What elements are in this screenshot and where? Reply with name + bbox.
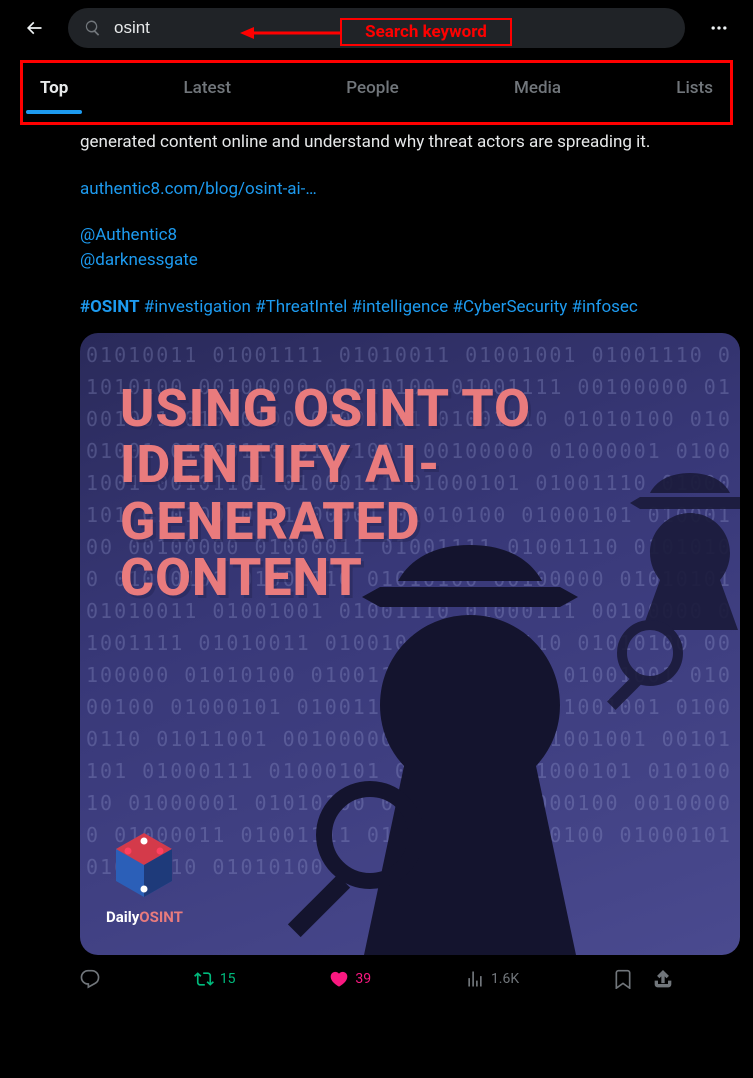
post-image-brand: DailyOSINT (106, 829, 183, 929)
brand-logo-icon (108, 829, 180, 901)
post-link[interactable]: authentic8.com/blog/osint-ai-… (80, 177, 673, 202)
share-icon (653, 969, 673, 989)
views-icon (465, 969, 485, 989)
search-input[interactable] (114, 18, 669, 38)
arrow-left-icon (24, 18, 44, 38)
retweet-button[interactable]: 15 (194, 969, 236, 989)
mention-darknessgate[interactable]: @darknessgate (80, 248, 673, 273)
post-image-title: USING OSINT TO IDENTIFY AI-GENERATED CON… (120, 381, 600, 606)
heart-icon (329, 969, 349, 989)
like-count: 39 (355, 971, 371, 987)
tabs-container: Top Latest People Media Lists (20, 62, 733, 124)
search-icon (84, 19, 102, 37)
post: generated content online and understand … (0, 130, 753, 955)
more-horizontal-icon (709, 18, 729, 38)
post-image[interactable]: 01010011 01001111 01010011 01001001 0100… (80, 333, 740, 955)
post-actions: 15 39 1.6K (0, 955, 753, 1003)
retweet-count: 15 (220, 971, 236, 987)
brand-text: DailyOSINT (106, 907, 183, 929)
views-count: 1.6K (491, 971, 519, 987)
brand-prefix: Daily (106, 908, 139, 926)
tab-latest[interactable]: Latest (184, 76, 232, 112)
hashtag-investigation[interactable]: #investigation (144, 297, 251, 317)
search-tabs: Top Latest People Media Lists (20, 62, 733, 124)
tab-people[interactable]: People (346, 76, 399, 112)
back-button[interactable] (16, 10, 52, 46)
brand-suffix: OSINT (139, 908, 183, 926)
hashtag-infosec[interactable]: #infosec (572, 297, 638, 317)
post-hashtags: #OSINT #investigation #ThreatIntel #inte… (80, 295, 673, 320)
more-options-button[interactable] (701, 10, 737, 46)
retweet-icon (194, 969, 214, 989)
tab-lists[interactable]: Lists (676, 76, 713, 112)
post-text-fragment: generated content online and understand … (80, 130, 673, 155)
share-button[interactable] (653, 969, 673, 989)
hashtag-threatintel[interactable]: #ThreatIntel (255, 297, 347, 317)
bookmark-icon (613, 969, 633, 989)
search-bar[interactable] (68, 8, 685, 48)
tab-top[interactable]: Top (40, 76, 68, 112)
post-mentions: @Authentic8 @darknessgate (80, 223, 673, 272)
reply-button[interactable] (80, 969, 100, 989)
reply-icon (80, 969, 100, 989)
hashtag-cybersecurity[interactable]: #CyberSecurity (453, 297, 568, 317)
hashtag-osint[interactable]: #OSINT (80, 297, 140, 317)
mention-authentic8[interactable]: @Authentic8 (80, 223, 673, 248)
like-button[interactable]: 39 (329, 969, 371, 989)
header-bar (0, 0, 753, 56)
actions-right-group (613, 969, 673, 989)
views-button[interactable]: 1.6K (465, 969, 519, 989)
tab-media[interactable]: Media (514, 76, 561, 112)
bookmark-button[interactable] (613, 969, 633, 989)
hashtag-intelligence[interactable]: #intelligence (351, 297, 448, 317)
